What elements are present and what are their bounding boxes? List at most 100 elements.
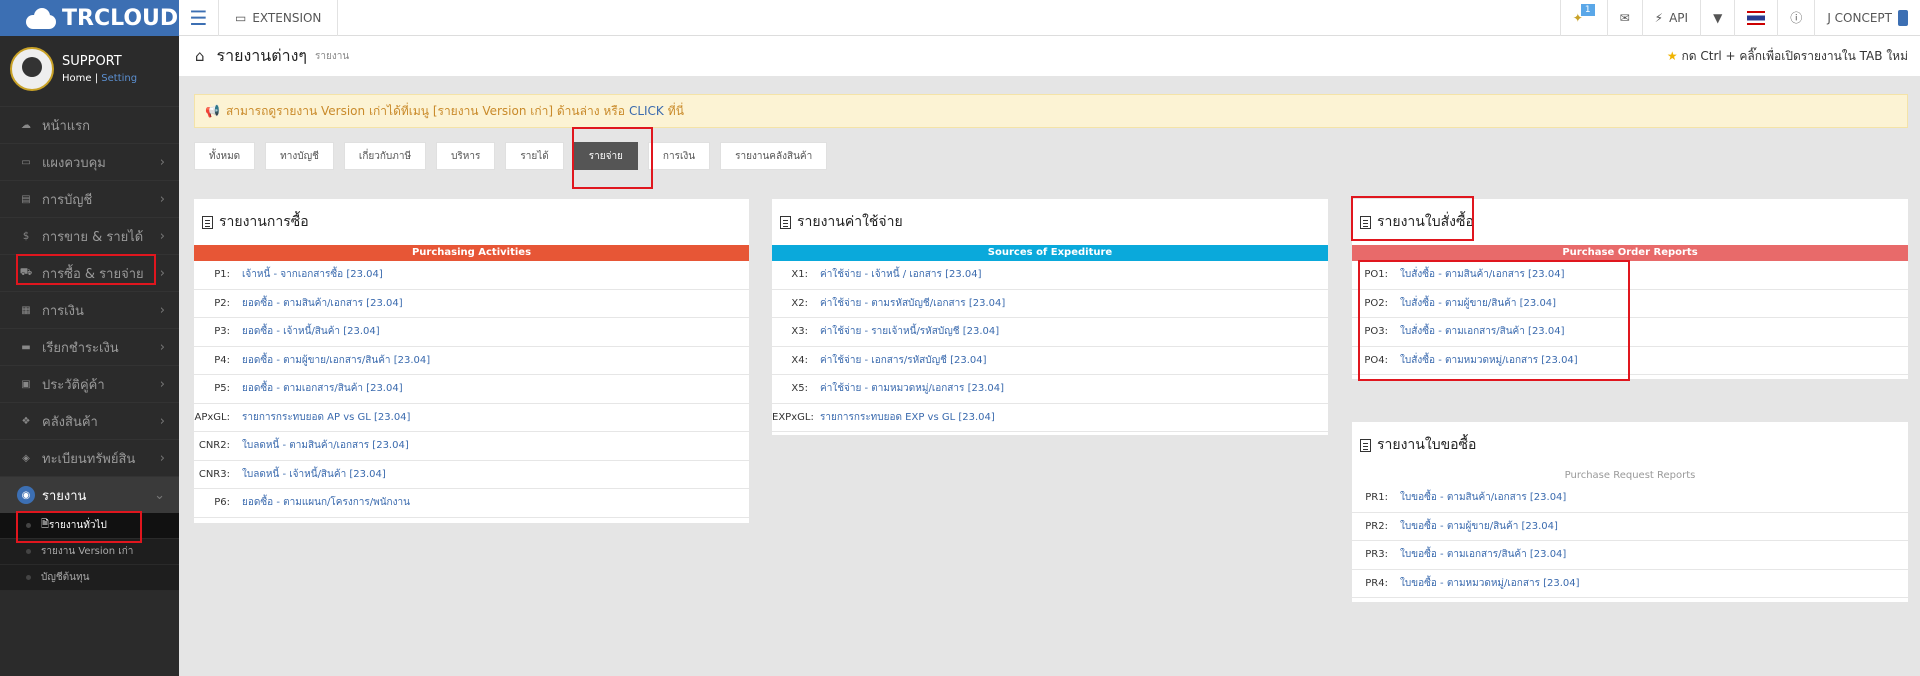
report-link[interactable]: ใบลดหนี้ - ตามสินค้า/เอกสาร [23.04]	[242, 438, 409, 453]
report-row[interactable]: P1: เจ้าหนี้ - จากเอกสารซื้อ [23.04]	[194, 261, 749, 290]
page-subtitle: รายงาน	[315, 50, 350, 62]
report-link[interactable]: เจ้าหนี้ - จากเอกสารซื้อ [23.04]	[242, 267, 383, 282]
chevron-icon: ›	[159, 154, 165, 170]
sidebar-item-4[interactable]: ⛟ การซื้อ & รายจ่าย ›	[0, 254, 179, 291]
sidebar-item-8[interactable]: ❖ คลังสินค้า ›	[0, 402, 179, 439]
mail-icon[interactable]: ✉	[1606, 0, 1642, 36]
sidebar-item-label: การเงิน	[42, 303, 84, 319]
sidebar-item-1[interactable]: ▭ แผงควบคุม ›	[0, 143, 179, 180]
report-link[interactable]: ใบลดหนี้ - เจ้าหนี้/สินค้า [23.04]	[242, 467, 386, 482]
report-row[interactable]: PO4: ใบสั่งซื้อ - ตามหมวดหมู่/เอกสาร [23.…	[1352, 347, 1908, 375]
submenu-item-0[interactable]: 🗎 รายงานทั่วไป	[0, 513, 179, 539]
report-row[interactable]: PR2: ใบขอซื้อ - ตามผู้ขาย/สินค้า [23.04]	[1352, 513, 1908, 541]
pr-report-panel: รายงานใบขอซื้อ Purchase Request Reports PR…	[1352, 422, 1908, 602]
tab-1[interactable]: ทางบัญชี	[265, 142, 334, 170]
home-link[interactable]: Home	[62, 73, 92, 84]
report-row[interactable]: X1: ค่าใช้จ่าย - เจ้าหนี้ / เอกสาร [23.04…	[772, 261, 1328, 290]
report-row[interactable]: P2: ยอดซื้อ - ตามสินค้า/เอกสาร [23.04]	[194, 290, 749, 318]
report-link[interactable]: ค่าใช้จ่าย - เจ้าหนี้ / เอกสาร [23.04]	[820, 267, 982, 282]
report-row[interactable]: P5: ยอดซื้อ - ตามเอกสาร/สินค้า [23.04]	[194, 375, 749, 404]
report-row[interactable]: P3: ยอดซื้อ - เจ้าหนี้/สินค้า [23.04]	[194, 318, 749, 347]
report-row[interactable]: EXPxGL: รายการกระทบยอด EXP vs GL [23.04]	[772, 404, 1328, 432]
sidebar-item-6[interactable]: ▬ เรียกชำระเงิน ›	[0, 328, 179, 365]
report-row[interactable]: P6: ยอดซื้อ - ตามแผนก/โครงการ/พนักงาน	[194, 489, 749, 518]
report-link[interactable]: ใบสั่งซื้อ - ตามสินค้า/เอกสาร [23.04]	[1400, 267, 1564, 282]
extension-button[interactable]: ▭ EXTENSION	[219, 0, 339, 36]
sidebar-item-2[interactable]: ▤ การบัญชี ›	[0, 180, 179, 217]
report-row[interactable]: PO1: ใบสั่งซื้อ - ตามสินค้า/เอกสาร [23.04…	[1352, 261, 1908, 290]
report-link[interactable]: ใบสั่งซื้อ - ตามผู้ขาย/สินค้า [23.04]	[1400, 296, 1556, 311]
report-link[interactable]: ใบขอซื้อ - ตามผู้ขาย/สินค้า [23.04]	[1400, 519, 1558, 534]
report-code: X4:	[791, 354, 808, 366]
report-link[interactable]: รายการกระทบยอด AP vs GL [23.04]	[242, 410, 410, 425]
report-link[interactable]: ยอดซื้อ - ตามแผนก/โครงการ/พนักงาน	[242, 495, 410, 510]
notice-here-link[interactable]: ที่นี่	[668, 102, 684, 121]
language-flag-thai[interactable]	[1734, 0, 1777, 36]
report-row[interactable]: CNR2: ใบลดหนี้ - ตามสินค้า/เอกสาร [23.04]	[194, 432, 749, 461]
tab-3[interactable]: บริหาร	[436, 142, 496, 170]
report-link[interactable]: ค่าใช้จ่าย - ตามรหัสบัญชี/เอกสาร [23.04]	[820, 296, 1005, 311]
report-row[interactable]: APxGL: รายการกระทบยอด AP vs GL [23.04]	[194, 404, 749, 432]
tab-5[interactable]: รายจ่าย	[573, 142, 638, 170]
report-link[interactable]: ใบขอซื้อ - ตามหมวดหมู่/เอกสาร [23.04]	[1400, 576, 1580, 591]
report-link[interactable]: ค่าใช้จ่าย - รายเจ้าหนี้/รหัสบัญชี [23.0…	[820, 324, 999, 339]
bullet-icon	[26, 575, 31, 580]
home-icon[interactable]: ⌂	[195, 47, 205, 65]
report-row[interactable]: PO2: ใบสั่งซื้อ - ตามผู้ขาย/สินค้า [23.04…	[1352, 290, 1908, 318]
tab-2[interactable]: เกี่ยวกับภาษี	[343, 142, 427, 170]
breadcrumb: ⌂ รายงานต่างๆ รายงาน ★ กด Ctrl + คลิ๊กเพ…	[179, 36, 1920, 76]
report-row[interactable]: X4: ค่าใช้จ่าย - เอกสาร/รหัสบัญชี [23.04]	[772, 347, 1328, 375]
sidebar-item-5[interactable]: ▦ การเงิน ›	[0, 291, 179, 328]
report-link[interactable]: ใบสั่งซื้อ - ตามเอกสาร/สินค้า [23.04]	[1400, 324, 1564, 339]
report-row[interactable]: X2: ค่าใช้จ่าย - ตามรหัสบัญชี/เอกสาร [23.…	[772, 290, 1328, 318]
document-icon	[780, 215, 791, 229]
report-link[interactable]: ใบสั่งซื้อ - ตามหมวดหมู่/เอกสาร [23.04]	[1400, 353, 1578, 368]
api-button[interactable]: ⚡ API	[1641, 0, 1700, 36]
report-row[interactable]: CNR3: ใบลดหนี้ - เจ้าหนี้/สินค้า [23.04]	[194, 461, 749, 489]
hamburger-menu-icon[interactable]: ☰	[179, 0, 219, 36]
report-link[interactable]: ใบขอซื้อ - ตามสินค้า/เอกสาร [23.04]	[1400, 490, 1566, 505]
report-code: X1:	[791, 269, 808, 281]
tab-4[interactable]: รายได้	[505, 142, 564, 170]
report-link[interactable]: ค่าใช้จ่าย - เอกสาร/รหัสบัญชี [23.04]	[820, 353, 987, 368]
report-code: PR4:	[1365, 577, 1388, 589]
notice-click-link[interactable]: CLICK	[629, 104, 664, 118]
app-logo[interactable]: TRCLOUD	[0, 0, 179, 36]
help-icon[interactable]: ⓘ	[1777, 0, 1814, 36]
submenu-item-2[interactable]: บัญชีต้นทุน	[0, 565, 179, 591]
sidebar-item-10[interactable]: ◉ รายงาน ⌄	[0, 476, 179, 513]
notification-button[interactable]: ✦ 1	[1559, 0, 1607, 36]
sidebar-item-0[interactable]: ☁ หน้าแรก	[0, 106, 179, 143]
sidebar: TRCLOUD SUPPORT Home | Setting ☁ หน้าแรก ▭…	[0, 0, 179, 676]
sidebar-item-3[interactable]: $ การขาย & รายได้ ›	[0, 217, 179, 254]
ctrl-click-hint: ★ กด Ctrl + คลิ๊กเพื่อเปิดรายงานใน TAB ใ…	[1667, 47, 1908, 66]
po-report-panel: รายงานใบสั่งซื้อ Purchase Order Reports PO…	[1352, 199, 1908, 379]
report-link[interactable]: ยอดซื้อ - ตามผู้ขาย/เอกสาร/สินค้า [23.04…	[242, 353, 430, 368]
report-row[interactable]: P4: ยอดซื้อ - ตามผู้ขาย/เอกสาร/สินค้า [23…	[194, 347, 749, 375]
report-link[interactable]: ยอดซื้อ - ตามเอกสาร/สินค้า [23.04]	[242, 381, 403, 396]
report-row[interactable]: PR1: ใบขอซื้อ - ตามสินค้า/เอกสาร [23.04]	[1352, 484, 1908, 513]
tab-7[interactable]: รายงานคลังสินค้า	[720, 142, 828, 170]
sidebar-item-9[interactable]: ◈ ทะเบียนทรัพย์สิน ›	[0, 439, 179, 476]
report-row[interactable]: X3: ค่าใช้จ่าย - รายเจ้าหนี้/รหัสบัญชี [2…	[772, 318, 1328, 347]
panel-header-bar: Sources of Expediture	[772, 245, 1328, 261]
report-row[interactable]: PO3: ใบสั่งซื้อ - ตามเอกสาร/สินค้า [23.04…	[1352, 318, 1908, 347]
dropdown-caret-icon[interactable]: ▼	[1700, 0, 1734, 36]
cloud-icon: ☁	[21, 119, 31, 131]
avatar[interactable]	[10, 47, 54, 91]
report-link[interactable]: ใบขอซื้อ - ตามเอกสาร/สินค้า [23.04]	[1400, 547, 1566, 562]
submenu-item-1[interactable]: รายงาน Version เก่า	[0, 539, 179, 565]
report-link[interactable]: ยอดซื้อ - เจ้าหนี้/สินค้า [23.04]	[242, 324, 380, 339]
report-row[interactable]: PR3: ใบขอซื้อ - ตามเอกสาร/สินค้า [23.04]	[1352, 541, 1908, 570]
tab-0[interactable]: ทั้งหมด	[194, 142, 256, 170]
report-link[interactable]: ยอดซื้อ - ตามสินค้า/เอกสาร [23.04]	[242, 296, 403, 311]
report-link[interactable]: รายการกระทบยอด EXP vs GL [23.04]	[820, 410, 995, 425]
report-row[interactable]: PR4: ใบขอซื้อ - ตามหมวดหมู่/เอกสาร [23.04…	[1352, 570, 1908, 598]
sidebar-item-7[interactable]: ▣ ประวัติคู่ค้า ›	[0, 365, 179, 402]
tab-6[interactable]: การเงิน	[647, 142, 711, 170]
user-menu[interactable]: J CONCEPT	[1814, 0, 1920, 36]
report-link[interactable]: ค่าใช้จ่าย - ตามหมวดหมู่/เอกสาร [23.04]	[820, 381, 1004, 396]
chevron-icon: ›	[159, 339, 165, 355]
setting-link[interactable]: Setting	[101, 73, 137, 84]
report-row[interactable]: X5: ค่าใช้จ่าย - ตามหมวดหมู่/เอกสาร [23.0…	[772, 375, 1328, 404]
